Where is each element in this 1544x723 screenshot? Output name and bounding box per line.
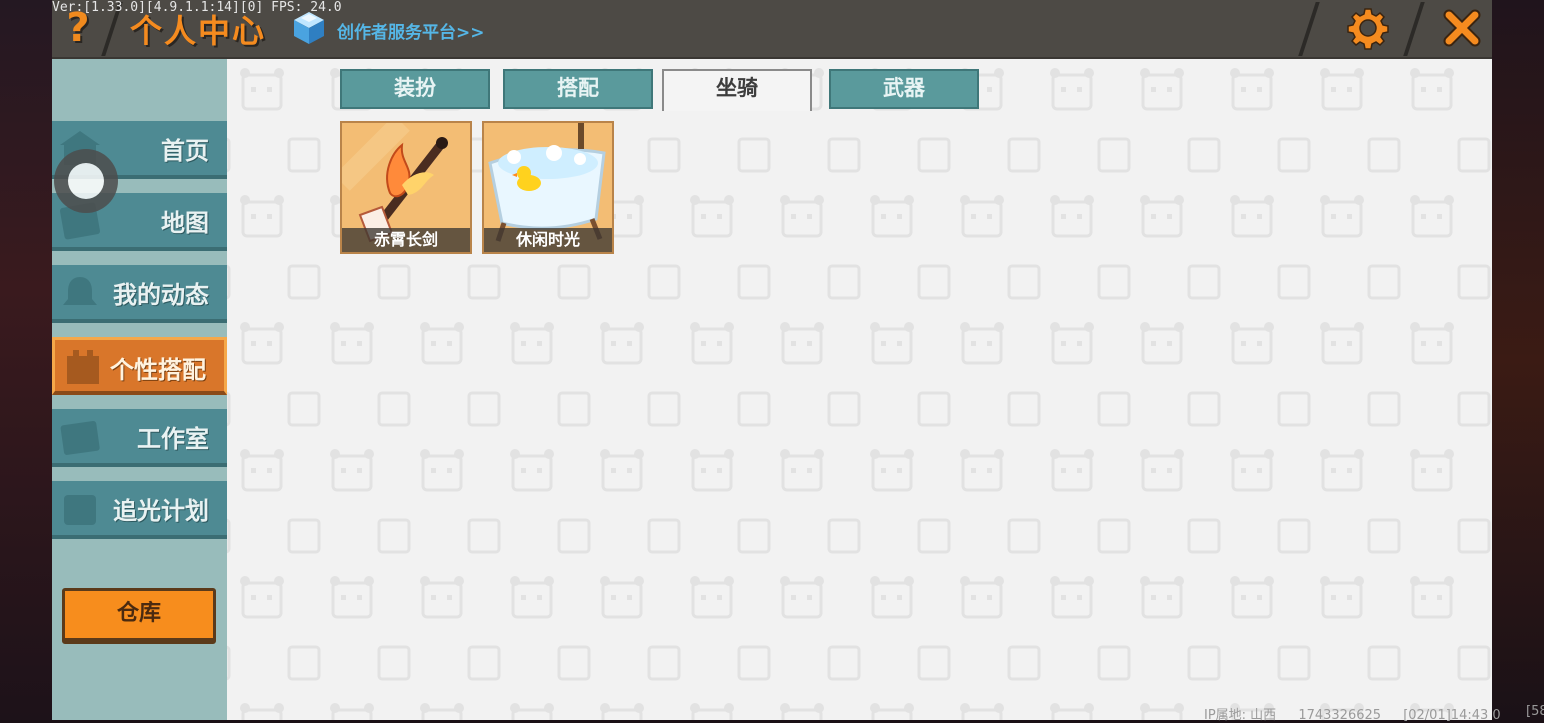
- studio-icon: [60, 421, 100, 455]
- creator-platform-link[interactable]: 创作者服务平台>>: [337, 18, 485, 43]
- cube-icon: [294, 12, 324, 44]
- background-left: [0, 0, 52, 720]
- item-card-bathtub[interactable]: 休闲时光: [482, 121, 614, 254]
- background-right: [1492, 0, 1544, 720]
- personal-center-window: ? 个人中心 创作者服务平台>> Ver:[1.33.0][4.9.1.1:14…: [52, 0, 1501, 723]
- sidebar-item-feed[interactable]: 我的动态: [52, 265, 227, 323]
- sidebar-item-label: 首页: [161, 137, 209, 165]
- bell-icon: [63, 277, 97, 305]
- ip-location: IP属地: 山西: [1204, 708, 1277, 723]
- tab-outfit-set[interactable]: 搭配: [503, 69, 653, 109]
- sidebar-item-label: 地图: [161, 209, 209, 237]
- sidebar-item-studio[interactable]: 工作室: [52, 409, 227, 467]
- sidebar-item-light-plan[interactable]: 追光计划: [52, 481, 227, 539]
- item-card-sword[interactable]: 赤霄长剑: [340, 121, 472, 254]
- item-name: 休闲时光: [484, 228, 612, 252]
- content-area: 装扮 搭配 坐骑 武器 赤霄长剑 休闲时光: [227, 59, 1492, 720]
- sidebar-item-label: 个性搭配: [110, 356, 206, 384]
- version-fps-readout: Ver:[1.33.0][4.9.1.1:14][0] FPS: 24.0: [52, 0, 342, 15]
- light-plan-icon: [64, 495, 96, 525]
- sidebar: 首页 地图 我的动态 个性搭配 工作室 追光计划 仓库: [52, 59, 227, 720]
- tab-weapon[interactable]: 武器: [829, 69, 979, 109]
- sidebar-item-label: 追光计划: [113, 497, 209, 525]
- status-footer: IP属地: 山西 1743326625 [02/01]14:43 0: [1204, 704, 1519, 723]
- warehouse-button[interactable]: 仓库: [62, 588, 216, 644]
- header-divider: [1298, 2, 1320, 56]
- footer-overflow-text: [58: [1526, 704, 1544, 719]
- tab-mount[interactable]: 坐骑: [662, 69, 812, 111]
- gear-icon[interactable]: [1346, 6, 1390, 50]
- header-divider: [1403, 2, 1425, 56]
- sidebar-item-label: 我的动态: [113, 281, 209, 309]
- sidebar-item-outfit[interactable]: 个性搭配: [52, 337, 227, 395]
- joystick-knob[interactable]: [68, 163, 104, 199]
- sidebar-item-label: 工作室: [137, 425, 209, 453]
- timestamp: [02/01]14:43 0: [1403, 708, 1501, 723]
- floating-joystick[interactable]: [54, 149, 118, 213]
- user-id: 1743326625: [1298, 708, 1382, 723]
- header-bar: ? 个人中心 创作者服务平台>> Ver:[1.33.0][4.9.1.1:14…: [52, 0, 1492, 59]
- item-name: 赤霄长剑: [342, 228, 470, 252]
- close-icon[interactable]: [1440, 6, 1484, 50]
- outfit-icon: [67, 350, 99, 384]
- tab-costume[interactable]: 装扮: [340, 69, 490, 109]
